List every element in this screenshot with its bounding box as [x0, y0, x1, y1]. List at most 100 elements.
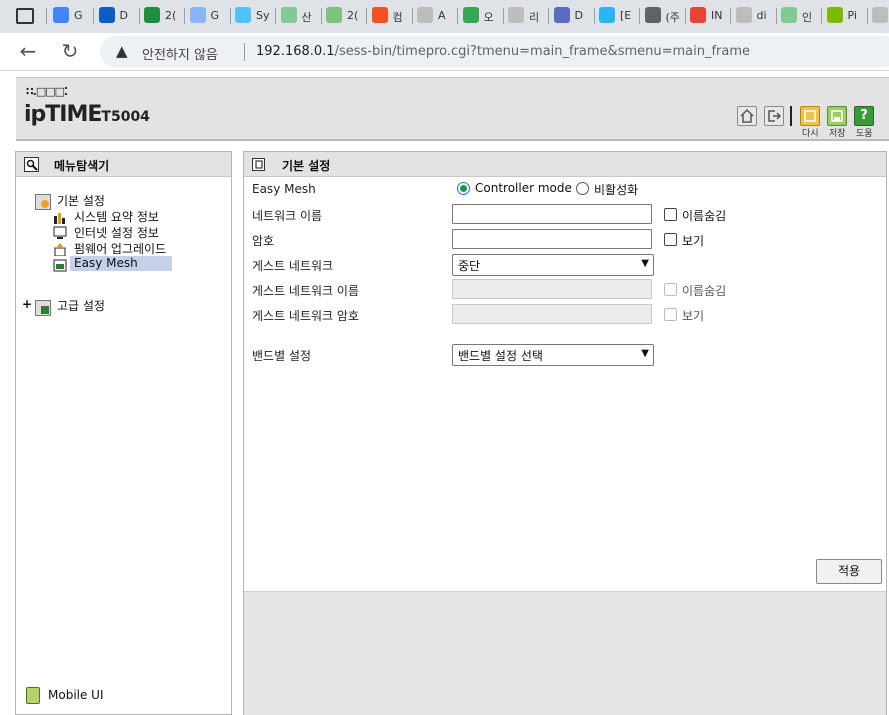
browser-tab-label[interactable]: Pi	[848, 9, 857, 22]
controller-mode-label[interactable]: Controller mode	[475, 181, 572, 195]
warning-icon[interactable]: ▲	[116, 42, 128, 60]
menu-item-system-summary[interactable]: 시스템 요약 정보	[74, 208, 159, 225]
router-header: ∷.□□□⁚ ipTIMET5004 다시 저장 ? 도움	[16, 77, 889, 141]
settings-title: 기본 설정	[282, 159, 331, 173]
chat-icon[interactable]	[462, 7, 479, 23]
show-password-label[interactable]: 보기	[682, 232, 704, 249]
browser-tab-label[interactable]: D	[575, 9, 583, 22]
browser-tab-label[interactable]: G	[74, 9, 83, 22]
advanced-expand-toggle[interactable]: +	[22, 297, 32, 311]
chat-icon[interactable]	[781, 7, 797, 23]
tab-divider	[93, 8, 94, 24]
password-input[interactable]	[452, 229, 652, 249]
windows-icon[interactable]	[371, 7, 388, 23]
browser-toolbar: ← ↻ ▲ 안전하지 않음 192.168.0.1/sess-bin/timep…	[0, 33, 889, 71]
calendar-24-icon[interactable]	[189, 7, 206, 23]
google-icon[interactable]	[508, 7, 524, 23]
band-settings-value: 밴드별 설정 선택	[458, 349, 543, 363]
url-text[interactable]: 192.168.0.1/sess-bin/timepro.cgi?tmenu=m…	[256, 44, 750, 59]
disable-radio[interactable]	[576, 182, 589, 195]
sheet-icon[interactable]	[280, 7, 297, 23]
chart-icon	[53, 210, 67, 224]
url-divider	[244, 43, 245, 61]
help-icon[interactable]: ?	[854, 106, 874, 126]
menu-item-internet-info[interactable]: 인터넷 설정 정보	[74, 224, 159, 241]
google-icon[interactable]	[417, 7, 433, 23]
insecure-label[interactable]: 안전하지 않음	[142, 44, 218, 63]
browser-tab-label[interactable]: IN	[711, 9, 722, 22]
dsm-icon[interactable]	[98, 7, 115, 23]
plus-green-icon[interactable]	[144, 7, 160, 23]
browser-tab-label[interactable]: 2(	[165, 9, 176, 22]
band-settings-select[interactable]: 밴드별 설정 선택 ▼	[452, 344, 654, 366]
guest-name-input[interactable]	[452, 279, 652, 299]
tab-divider	[821, 8, 822, 24]
controller-mode-radio[interactable]	[457, 182, 470, 195]
map-pin-icon[interactable]	[690, 7, 706, 23]
browser-tab-label[interactable]: di	[757, 9, 767, 22]
save-icon[interactable]	[827, 106, 847, 126]
guest-password-input[interactable]	[452, 304, 652, 324]
tab-search-icon[interactable]	[16, 8, 34, 24]
browser-tab-label[interactable]: D	[120, 9, 128, 22]
header-divider	[790, 106, 792, 126]
logout-icon[interactable]	[764, 106, 784, 126]
guest-show-password-label[interactable]: 보기	[682, 307, 704, 324]
menu-basic-settings[interactable]: 기본 설정	[57, 192, 105, 209]
plus-green-icon[interactable]	[326, 7, 342, 23]
window-icon[interactable]	[644, 7, 661, 23]
help-label[interactable]: 도움	[856, 126, 873, 139]
tab-divider	[138, 8, 140, 24]
browser-tab-label[interactable]: 2(	[347, 9, 358, 22]
menu-item-firmware-upgrade[interactable]: 펌웨어 업그레이드	[74, 240, 166, 257]
address-bar[interactable]: ▲ 안전하지 않음 192.168.0.1/sess-bin/timepro.c…	[100, 36, 889, 67]
windows-icon[interactable]	[826, 7, 843, 23]
upgrade-icon	[53, 242, 67, 257]
browser-tab-label[interactable]: G	[211, 9, 220, 22]
browser-tab-label[interactable]: Sy	[256, 9, 270, 22]
menu-advanced-settings[interactable]: 고급 설정	[57, 297, 105, 314]
disable-label[interactable]: 비활성화	[594, 181, 638, 198]
browser-tab-label[interactable]: 컴	[393, 9, 403, 25]
again-label[interactable]: 다시	[802, 126, 819, 139]
browser-tab-label[interactable]: [E	[620, 9, 631, 22]
settings-panel: 기본 설정 Easy Mesh Controller mode 비활성화 네트워…	[243, 151, 887, 715]
back-icon[interactable]: ←	[16, 39, 40, 63]
guest-show-password-checkbox[interactable]	[664, 308, 677, 321]
guest-network-value: 중단	[458, 259, 481, 273]
show-password-checkbox[interactable]	[664, 233, 677, 246]
apply-button[interactable]: 적용	[816, 559, 882, 584]
calendar-24-icon[interactable]	[53, 7, 69, 23]
browser-tab-label[interactable]: 리	[529, 9, 539, 25]
hide-name-checkbox[interactable]	[664, 208, 677, 221]
network-name-input[interactable]	[452, 204, 652, 224]
browser-tab-label[interactable]: (주	[666, 9, 680, 25]
logo-model: T5004	[101, 109, 150, 125]
link-icon[interactable]	[599, 7, 615, 23]
menu-explorer: 메뉴탐색기 기본 설정 시스템 요약 정보 인터넷 설정 정보 펌웨어 업그레이…	[15, 151, 232, 715]
browser-tab-label[interactable]: 인	[802, 9, 812, 25]
guest-hide-name-label[interactable]: 이름숨김	[682, 282, 726, 299]
mobile-icon	[26, 687, 40, 704]
browser-tab-label[interactable]: 산	[302, 9, 312, 25]
browser-tab-label[interactable]: A	[438, 9, 446, 22]
guest-network-select[interactable]: 중단 ▼	[452, 254, 654, 276]
menu-item-easy-mesh[interactable]: Easy Mesh	[74, 256, 138, 270]
monitor-icon	[53, 226, 67, 240]
url-host: 192.168.0.1	[256, 44, 335, 59]
tab-divider	[866, 8, 868, 24]
again-icon[interactable]	[800, 106, 820, 126]
google-icon[interactable]	[735, 7, 752, 23]
home-icon[interactable]	[737, 106, 757, 126]
hide-name-label[interactable]: 이름숨김	[682, 207, 726, 224]
tab-divider	[411, 8, 413, 24]
browser-tab-label[interactable]: 오	[484, 9, 494, 25]
guest-hide-name-checkbox[interactable]	[664, 283, 677, 296]
google-icon[interactable]	[872, 7, 888, 23]
tab-divider	[366, 8, 367, 24]
reload-icon[interactable]: ↻	[58, 39, 82, 63]
ring-icon[interactable]	[553, 7, 570, 23]
d-logo-icon[interactable]	[235, 7, 251, 23]
save-label[interactable]: 저장	[829, 126, 846, 139]
mobile-ui-label[interactable]: Mobile UI	[48, 688, 104, 702]
